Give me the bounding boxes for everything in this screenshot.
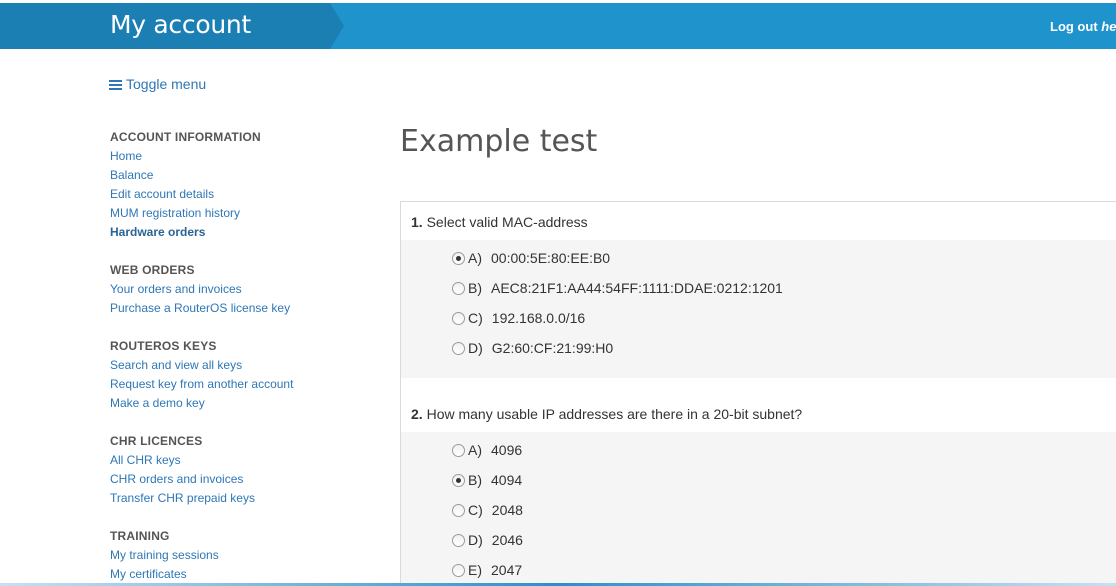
answer-options: A) 4096 B) 4094 C) 2048 D) 2046 E) 2047 bbox=[401, 432, 1116, 586]
sidebar-section-account-information: ACCOUNT INFORMATION Home Balance Edit ac… bbox=[110, 128, 370, 242]
sidebar-heading: ACCOUNT INFORMATION bbox=[110, 130, 261, 144]
option-text: 192.168.0.0/16 bbox=[491, 310, 586, 326]
sidebar-heading: CHR LICENCES bbox=[110, 434, 203, 448]
logout-area: Log out here bbox=[1050, 19, 1116, 34]
answer-option-d[interactable]: D) G2:60:CF:21:99:H0 bbox=[452, 340, 613, 356]
question-number: 1. bbox=[411, 214, 423, 230]
option-letter: E) bbox=[468, 562, 482, 578]
sidebar-heading: TRAINING bbox=[110, 529, 170, 543]
radio-button[interactable] bbox=[452, 533, 465, 547]
answer-option-c[interactable]: C) 2048 bbox=[452, 502, 523, 518]
answer-option-a[interactable]: A) 4096 bbox=[452, 442, 522, 458]
sidebar-section-chr-licences: CHR LICENCES All CHR keys CHR orders and… bbox=[110, 432, 370, 508]
question-text: 2. How many usable IP addresses are ther… bbox=[411, 406, 802, 422]
sidebar-item-chr-orders-and-invoices[interactable]: CHR orders and invoices bbox=[110, 470, 370, 489]
answer-option-d[interactable]: D) 2046 bbox=[452, 532, 523, 548]
sidebar-item-my-training-sessions[interactable]: My training sessions bbox=[110, 546, 370, 565]
option-letter: D) bbox=[468, 340, 483, 356]
option-letter: C) bbox=[468, 502, 483, 518]
answer-option-c[interactable]: C) 192.168.0.0/16 bbox=[452, 310, 585, 326]
question-label: Select valid MAC-address bbox=[426, 214, 588, 230]
sidebar-item-all-chr-keys[interactable]: All CHR keys bbox=[110, 451, 370, 470]
radio-button[interactable] bbox=[452, 341, 465, 355]
sidebar-heading: WEB ORDERS bbox=[110, 263, 195, 277]
option-text: 4094 bbox=[491, 472, 523, 488]
logout-link[interactable]: here bbox=[1101, 19, 1116, 34]
header-arrow-shape bbox=[330, 3, 344, 49]
option-letter: D) bbox=[468, 532, 483, 548]
sidebar-section-web-orders: WEB ORDERS Your orders and invoices Purc… bbox=[110, 261, 370, 318]
toggle-menu-button[interactable]: Toggle menu bbox=[109, 76, 206, 92]
answer-option-b[interactable]: B) AEC8:21F1:AA44:54FF:1111:DDAE:0212:12… bbox=[452, 280, 783, 296]
question-text: 1. Select valid MAC-address bbox=[411, 214, 588, 230]
header-title: My account bbox=[110, 10, 251, 39]
option-letter: B) bbox=[468, 472, 482, 488]
answer-options: A) 00:00:5E:80:EE:B0 B) AEC8:21F1:AA44:5… bbox=[401, 240, 1116, 378]
logout-prefix: Log out bbox=[1050, 19, 1102, 34]
radio-button[interactable] bbox=[452, 311, 465, 325]
option-text: 00:00:5E:80:EE:B0 bbox=[491, 250, 611, 266]
option-letter: C) bbox=[468, 310, 483, 326]
answer-option-a[interactable]: A) 00:00:5E:80:EE:B0 bbox=[452, 250, 610, 266]
radio-button[interactable] bbox=[452, 563, 465, 577]
option-letter: A) bbox=[468, 442, 482, 458]
sidebar-item-transfer-chr-prepaid-keys[interactable]: Transfer CHR prepaid keys bbox=[110, 489, 370, 508]
toggle-menu-label: Toggle menu bbox=[126, 76, 207, 92]
sidebar-item-my-certificates[interactable]: My certificates bbox=[110, 565, 370, 584]
radio-button[interactable] bbox=[452, 503, 465, 517]
sidebar-item-mum-registration-history[interactable]: MUM registration history bbox=[110, 204, 370, 223]
option-letter: B) bbox=[468, 280, 482, 296]
answer-option-e[interactable]: E) 2047 bbox=[452, 562, 522, 578]
sidebar-menu: ACCOUNT INFORMATION Home Balance Edit ac… bbox=[110, 128, 370, 586]
sidebar-heading: ROUTEROS KEYS bbox=[110, 339, 217, 353]
sidebar-item-search-and-view-all-keys[interactable]: Search and view all keys bbox=[110, 356, 370, 375]
sidebar-section-routeros-keys: ROUTEROS KEYS Search and view all keys R… bbox=[110, 337, 370, 413]
radio-button[interactable] bbox=[452, 281, 465, 295]
option-text: 4096 bbox=[491, 442, 523, 458]
option-letter: A) bbox=[468, 250, 482, 266]
sidebar-item-your-orders-and-invoices[interactable]: Your orders and invoices bbox=[110, 280, 370, 299]
sidebar-item-make-a-demo-key[interactable]: Make a demo key bbox=[110, 394, 370, 413]
sidebar-item-balance[interactable]: Balance bbox=[110, 166, 370, 185]
sidebar-section-training: TRAINING My training sessions My certifi… bbox=[110, 527, 370, 584]
sidebar-item-request-key-from-another-account[interactable]: Request key from another account bbox=[110, 375, 370, 394]
sidebar-item-purchase-routeros-license-key[interactable]: Purchase a RouterOS license key bbox=[110, 299, 370, 318]
sidebar-item-edit-account-details[interactable]: Edit account details bbox=[110, 185, 370, 204]
option-text: 2046 bbox=[491, 532, 523, 548]
page-title: Example test bbox=[400, 124, 598, 159]
answer-option-b[interactable]: B) 4094 bbox=[452, 472, 522, 488]
question-number: 2. bbox=[411, 406, 423, 422]
test-panel: 1. Select valid MAC-address A) 00:00:5E:… bbox=[400, 201, 1116, 586]
question-label: How many usable IP addresses are there i… bbox=[426, 406, 803, 422]
sidebar-item-home[interactable]: Home bbox=[110, 147, 370, 166]
option-text: G2:60:CF:21:99:H0 bbox=[491, 340, 614, 356]
option-text: 2048 bbox=[491, 502, 523, 518]
radio-button[interactable] bbox=[452, 443, 465, 457]
option-text: AEC8:21F1:AA44:54FF:1111:DDAE:0212:1201 bbox=[491, 280, 783, 296]
top-header-bar: My account Log out here bbox=[0, 3, 1116, 49]
hamburger-icon bbox=[109, 79, 122, 90]
option-text: 2047 bbox=[491, 562, 523, 578]
sidebar-item-hardware-orders[interactable]: Hardware orders bbox=[110, 223, 370, 242]
radio-button-checked[interactable] bbox=[452, 473, 465, 487]
radio-button-checked[interactable] bbox=[452, 251, 465, 265]
